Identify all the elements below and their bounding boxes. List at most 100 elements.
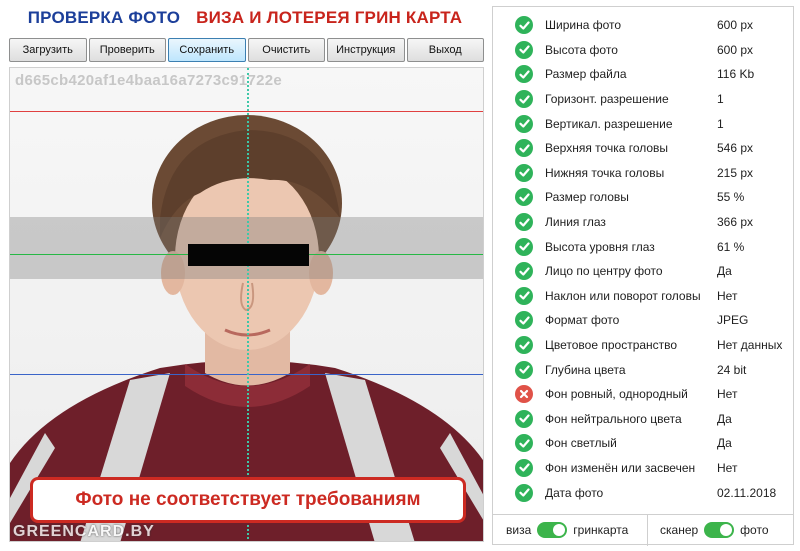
check-label: Горизонт. разрешение bbox=[545, 92, 669, 107]
check-label: Фон светлый bbox=[545, 436, 617, 451]
source-photo-label: фото bbox=[740, 523, 769, 537]
source-switch-group: сканер фото bbox=[660, 522, 769, 538]
check-value: Да bbox=[717, 436, 732, 451]
mode-toggle[interactable] bbox=[537, 522, 568, 538]
check-ok-icon bbox=[515, 16, 533, 35]
title-photo-check: ПРОВЕРКА ФОТО bbox=[27, 8, 181, 27]
exit-button[interactable]: Выход bbox=[406, 38, 484, 62]
check-row: Высота фото 600 px bbox=[493, 38, 793, 63]
check-row: Верхняя точка головы 546 px bbox=[493, 136, 793, 161]
check-ok-icon bbox=[515, 114, 533, 133]
verdict-banner: Фото не соответствует требованиям bbox=[30, 477, 466, 523]
toggle-knob bbox=[720, 524, 733, 536]
checks-panel: Ширина фото 600 px Высота фото 600 px Размер… bbox=[492, 6, 794, 546]
check-value: 02.11.2018 bbox=[717, 485, 777, 500]
check-ok-icon bbox=[515, 90, 533, 109]
check-label: Нижняя точка головы bbox=[545, 165, 665, 180]
check-label: Высота фото bbox=[545, 42, 618, 57]
check-label: Глубина цвета bbox=[545, 362, 626, 377]
check-value: 116 Kb bbox=[717, 67, 755, 82]
source-toggle[interactable] bbox=[704, 522, 735, 538]
check-label: Наклон или поворот головы bbox=[545, 288, 701, 303]
check-value: 600 px bbox=[717, 18, 754, 33]
title-visa-lottery: ВИЗА И ЛОТЕРЕЯ ГРИН КАРТА bbox=[196, 8, 463, 27]
instructions-button[interactable]: Инструкция bbox=[327, 38, 405, 62]
eye-censor-bar bbox=[188, 244, 309, 266]
check-label: Размер головы bbox=[545, 190, 629, 205]
check-fail-icon bbox=[515, 385, 533, 404]
check-label: Вертикал. разрешение bbox=[545, 116, 673, 131]
center-guide-line bbox=[247, 68, 249, 541]
check-ok-icon bbox=[515, 360, 533, 379]
check-row: Дата фото 02.11.2018 bbox=[493, 480, 793, 505]
check-label: Дата фото bbox=[545, 485, 604, 500]
check-button[interactable]: Проверить bbox=[88, 38, 166, 62]
check-ok-icon bbox=[515, 336, 533, 355]
check-value: 366 px bbox=[717, 215, 754, 230]
check-label: Цветовое пространство bbox=[545, 338, 678, 353]
check-row: Глубина цвета 24 bit bbox=[493, 357, 793, 382]
check-value: Нет данных bbox=[717, 338, 783, 353]
check-row: Нижняя точка головы 215 px bbox=[493, 161, 793, 186]
check-row: Размер файла 116 Kb bbox=[493, 62, 793, 87]
check-label: Формат фото bbox=[545, 313, 620, 328]
check-ok-icon bbox=[515, 434, 533, 453]
check-value: Нет bbox=[717, 387, 738, 402]
check-label: Фон ровный, однородный bbox=[545, 387, 688, 402]
mode-switch-group: виза гринкарта bbox=[506, 514, 648, 546]
check-ok-icon bbox=[515, 409, 533, 428]
check-row: Вертикал. разрешение 1 bbox=[493, 111, 793, 136]
check-value: 215 px bbox=[717, 165, 754, 180]
check-value: 24 bit bbox=[717, 362, 747, 377]
check-ok-icon bbox=[515, 65, 533, 84]
check-row: Фон нейтрального цвета Да bbox=[493, 407, 793, 432]
save-button[interactable]: Сохранить bbox=[168, 38, 246, 62]
check-ok-icon bbox=[515, 483, 533, 502]
check-label: Размер файла bbox=[545, 67, 627, 82]
source-scanner-label: сканер bbox=[660, 523, 699, 537]
check-row: Ширина фото 600 px bbox=[493, 13, 793, 38]
check-row: Наклон или поворот головы Нет bbox=[493, 284, 793, 309]
check-row: Фон ровный, однородный Нет bbox=[493, 382, 793, 407]
check-ok-icon bbox=[515, 163, 533, 182]
check-ok-icon bbox=[515, 237, 533, 256]
photo-preview: d665cb420af1e4baa16a7273c91722e Фото не … bbox=[9, 67, 484, 542]
check-label: Лицо по центру фото bbox=[545, 264, 663, 279]
check-ok-icon bbox=[515, 188, 533, 207]
check-ok-icon bbox=[515, 311, 533, 330]
check-ok-icon bbox=[515, 286, 533, 305]
check-row: Фон изменён или засвечен Нет bbox=[493, 456, 793, 481]
check-ok-icon bbox=[515, 139, 533, 158]
check-label: Фон изменён или засвечен bbox=[545, 460, 696, 475]
check-row: Размер головы 55 % bbox=[493, 185, 793, 210]
check-value: Да bbox=[717, 264, 732, 279]
check-row: Фон светлый Да bbox=[493, 431, 793, 456]
toggle-knob bbox=[553, 524, 566, 536]
check-row: Высота уровня глаз 61 % bbox=[493, 234, 793, 259]
mode-greencard-label: гринкарта bbox=[573, 523, 629, 537]
check-label: Линия глаз bbox=[545, 215, 606, 230]
check-value: 546 px bbox=[717, 141, 754, 156]
check-row: Линия глаз 366 px bbox=[493, 210, 793, 235]
check-label: Высота уровня глаз bbox=[545, 239, 655, 254]
clear-button[interactable]: Очистить bbox=[247, 38, 325, 62]
check-ok-icon bbox=[515, 40, 533, 59]
load-button[interactable]: Загрузить bbox=[9, 38, 87, 62]
check-row: Цветовое пространство Нет данных bbox=[493, 333, 793, 358]
check-value: Нет bbox=[717, 460, 738, 475]
check-value: JPEG bbox=[717, 313, 749, 328]
check-value: Нет bbox=[717, 288, 738, 303]
panel-footer: виза гринкарта сканер фото bbox=[493, 514, 793, 546]
check-ok-icon bbox=[515, 213, 533, 232]
check-row: Горизонт. разрешение 1 bbox=[493, 87, 793, 112]
check-label: Фон нейтрального цвета bbox=[545, 411, 682, 426]
mode-visa-label: виза bbox=[506, 523, 532, 537]
check-value: 1 bbox=[717, 116, 724, 131]
check-value: 600 px bbox=[717, 42, 754, 57]
check-ok-icon bbox=[515, 262, 533, 281]
check-value: 55 % bbox=[717, 190, 745, 205]
check-ok-icon bbox=[515, 458, 533, 477]
check-value: 1 bbox=[717, 92, 724, 107]
check-value: 61 % bbox=[717, 239, 745, 254]
check-value: Да bbox=[717, 411, 732, 426]
